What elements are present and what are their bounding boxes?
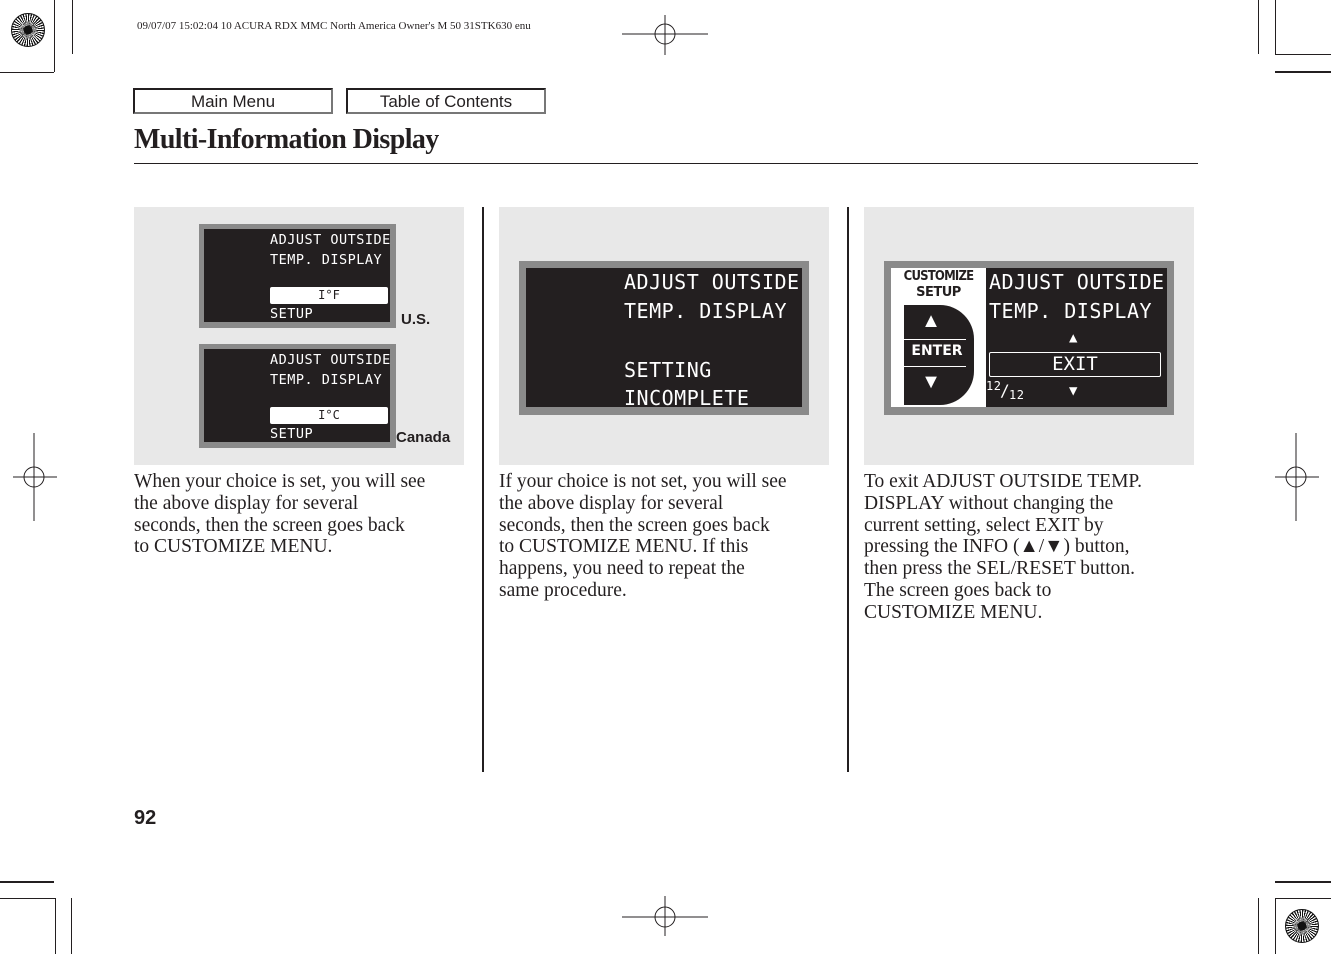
crop-mark (71, 898, 72, 954)
region-label-us: U.S. (401, 311, 431, 328)
caption-line: To exit ADJUST OUTSIDE TEMP. (864, 471, 1142, 492)
page-indicator-total: 12 (1009, 388, 1025, 402)
crosshair-mark-bottom (622, 896, 708, 936)
lcd-setup-label: SETUP (270, 426, 314, 442)
display-frame: ADJUST OUTSIDE TEMP. DISPLAY SETTING INC… (519, 261, 809, 415)
crop-mark (0, 898, 55, 899)
lcd-screen-canada: ADJUST OUTSIDE TEMP. DISPLAY I°C SETUP (204, 349, 390, 442)
crop-mark (1275, 898, 1276, 954)
registration-mark-bottom-right (1285, 909, 1319, 943)
lcd-line-2: TEMP. DISPLAY (270, 372, 383, 388)
customize-side-panel: CUSTOMIZE SETUP ▲ ENTER ▼ (891, 268, 986, 407)
caption-line: happens, you need to repeat the (499, 558, 745, 580)
figure-panel-incomplete: ADJUST OUTSIDE TEMP. DISPLAY SETTING INC… (499, 207, 829, 465)
caption-line: DISPLAY without changing the (864, 492, 1114, 514)
dial-divider (904, 339, 966, 340)
lcd-line-1: ADJUST OUTSIDE (624, 270, 800, 294)
figure-panel-set: ADJUST OUTSIDE TEMP. DISPLAY I°F SETUP U… (134, 207, 464, 465)
crop-mark (1275, 0, 1276, 55)
crop-mark (0, 72, 54, 73)
selected-menu-item-exit: EXIT (989, 352, 1161, 377)
scroll-up-icon: ▲ (1069, 330, 1078, 346)
caption-line: to CUSTOMIZE MENU. (134, 536, 333, 558)
caption-line: the above display for several (134, 492, 359, 514)
column-divider (482, 207, 484, 772)
caption-line: When your choice is set, you will see (134, 471, 426, 492)
crop-mark (1258, 0, 1259, 54)
lcd-line-2: TEMP. DISPLAY (989, 299, 1153, 323)
page-title: Multi-Information Display (134, 124, 439, 155)
dial-up-icon: ▲ (921, 310, 941, 332)
page-number: 92 (134, 807, 157, 829)
crop-mark (1275, 898, 1331, 899)
lcd-line-2: TEMP. DISPLAY (624, 299, 788, 323)
caption-line: seconds, then the screen goes back (499, 514, 770, 536)
lcd-line-1: ADJUST OUTSIDE (270, 232, 390, 248)
caption-line: seconds, then the screen goes back (134, 514, 405, 536)
crop-mark (54, 0, 55, 72)
crosshair-mark-left (13, 433, 57, 521)
caption-exit-instructions: To exit ADJUST OUTSIDE TEMP. DISPLAY wit… (864, 471, 1200, 624)
caption-line: The screen goes back to (864, 579, 1052, 601)
lcd-line-1: ADJUST OUTSIDE (270, 352, 390, 368)
display-frame-canada: ADJUST OUTSIDE TEMP. DISPLAY I°C SETUP (199, 344, 396, 448)
scroll-down-icon: ▼ (1069, 383, 1078, 399)
display-frame-us: ADJUST OUTSIDE TEMP. DISPLAY I°F SETUP (199, 224, 396, 328)
column-divider (847, 207, 849, 772)
caption-line: same procedure. (499, 579, 627, 601)
lcd-screen-incomplete: ADJUST OUTSIDE TEMP. DISPLAY SETTING INC… (526, 268, 802, 407)
temp-unit-value: I°C (270, 407, 388, 424)
caption-line: If your choice is not set, you will see (499, 471, 787, 492)
temp-unit-value: I°F (270, 287, 388, 304)
lcd-screen-exit: CUSTOMIZE SETUP ▲ ENTER ▼ ADJUST OUTSIDE… (891, 268, 1167, 407)
print-metadata: 09/07/07 15:02:04 10 ACURA RDX MMC North… (137, 20, 531, 32)
title-rule (134, 163, 1198, 164)
caption-line: then press the SEL/RESET button. (864, 558, 1136, 580)
lcd-setup-label: SETUP (270, 306, 314, 322)
crop-mark (1275, 881, 1331, 883)
crop-mark (1275, 54, 1331, 55)
lcd-line-1: ADJUST OUTSIDE (989, 270, 1165, 294)
main-menu-button[interactable]: Main Menu (133, 88, 333, 114)
crop-mark (72, 0, 73, 54)
crosshair-mark-top (622, 15, 708, 55)
lcd-screen-us: ADJUST OUTSIDE TEMP. DISPLAY I°F SETUP (204, 229, 390, 322)
crop-mark (0, 881, 54, 883)
dial-enter-label: ENTER (911, 343, 963, 359)
crop-mark (1258, 898, 1259, 954)
caption-line: current setting, select EXIT by (864, 514, 1104, 536)
caption-choice-not-set: If your choice is not set, you will see … (499, 471, 835, 602)
registration-mark-top-left (11, 13, 45, 47)
dial-divider (904, 366, 966, 367)
caption-line: the above display for several (499, 492, 724, 514)
caption-line: pressing the INFO (▲/▼) button, (864, 536, 1130, 558)
dial-control: ▲ ENTER ▼ (904, 305, 974, 405)
lcd-line-4: INCOMPLETE (624, 386, 750, 407)
dial-down-icon: ▼ (921, 371, 941, 393)
caption-choice-set: When your choice is set, you will see th… (134, 471, 470, 558)
table-of-contents-button[interactable]: Table of Contents (346, 88, 546, 114)
lcd-line-2: TEMP. DISPLAY (270, 252, 383, 268)
region-label-canada: Canada (396, 429, 451, 446)
side-title-customize: CUSTOMIZE (903, 269, 974, 284)
side-title-setup: SETUP (916, 285, 961, 300)
lcd-line-3: SETTING (624, 358, 712, 382)
caption-line: to CUSTOMIZE MENU. If this (499, 536, 749, 558)
crosshair-mark-right (1275, 433, 1319, 521)
caption-line: CUSTOMIZE MENU. (864, 601, 1043, 623)
figure-panel-exit: CUSTOMIZE SETUP ▲ ENTER ▼ ADJUST OUTSIDE… (864, 207, 1194, 465)
display-frame: CUSTOMIZE SETUP ▲ ENTER ▼ ADJUST OUTSIDE… (884, 261, 1174, 415)
crop-mark (1275, 71, 1331, 73)
crop-mark (55, 898, 56, 954)
